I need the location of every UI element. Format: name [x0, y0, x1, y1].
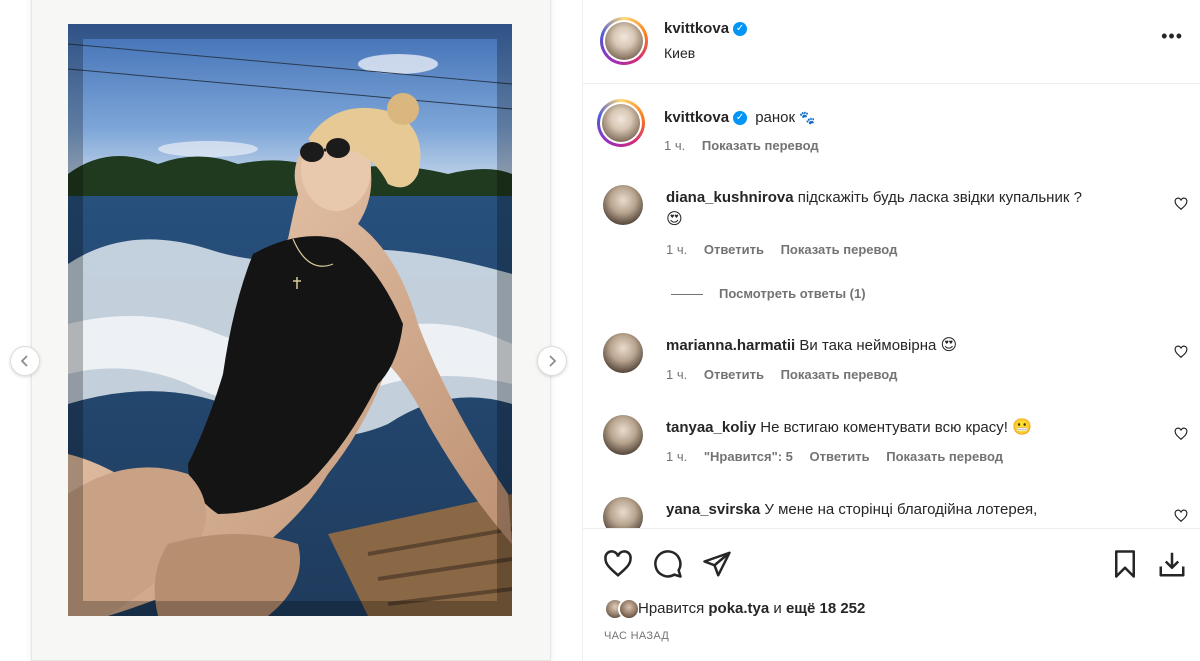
comment-item: tanyaa_koliy Не встигаю коментувати всю … — [603, 415, 1188, 475]
comment-text-row: yana_svirska У мене на сторінці благодій… — [666, 499, 1146, 521]
previous-photo-button[interactable] — [10, 346, 40, 376]
likes-text: Нравится poka.tya и ещё 18 252 — [638, 600, 865, 617]
translate-link[interactable]: Показать перевод — [781, 367, 898, 382]
post-header: kvittkova ✓ Киев ••• — [583, 0, 1200, 84]
caption-time: 1 ч. — [664, 138, 686, 153]
next-photo-button[interactable] — [537, 346, 567, 376]
caption-author-avatar[interactable] — [597, 99, 645, 147]
caption-translate-link[interactable]: Показать перевод — [702, 138, 819, 153]
author-username[interactable]: kvittkova — [664, 20, 729, 37]
caption-meta: 1 ч. Показать перевод — [664, 138, 819, 153]
comment-meta: 1 ч. Ответить Показать перевод — [666, 242, 910, 257]
share-icon[interactable] — [702, 549, 732, 579]
verified-badge-icon: ✓ — [733, 111, 748, 126]
reply-button[interactable]: Ответить — [704, 367, 764, 382]
comment-text: Ви така неймовірна — [799, 337, 937, 354]
chevron-left-icon — [20, 355, 28, 367]
author-name-row: kvittkova ✓ — [664, 20, 748, 38]
commenter-avatar[interactable] — [603, 415, 643, 455]
caption-author-username[interactable]: kvittkova — [664, 109, 729, 126]
likes-others-count[interactable]: ещё 18 252 — [786, 600, 865, 617]
photo-illustration — [68, 24, 512, 616]
comments-list: kvittkova ✓ ранок 🐾 1 ч. Показать перевод… — [583, 85, 1200, 528]
heart-eyes-emoji: 😍 — [940, 337, 958, 354]
comment-time: 1 ч. — [666, 242, 688, 257]
reply-button[interactable]: Ответить — [704, 242, 764, 257]
translate-link[interactable]: Показать перевод — [886, 449, 1003, 464]
liker-avatar[interactable] — [618, 598, 640, 620]
comment-text: підскажіть будь ласка звідки купальник ? — [797, 189, 1082, 206]
comment-like-heart-icon[interactable] — [1174, 345, 1188, 359]
comment-item: marianna.harmatii Ви така неймовірна 😍 1… — [603, 333, 1188, 393]
like-heart-icon[interactable] — [603, 549, 633, 579]
grimace-emoji: 😬 — [1012, 419, 1033, 436]
comment-text-row: diana_kushnirova підскажіть будь ласка з… — [666, 187, 1146, 231]
view-replies-button[interactable]: Посмотреть ответы (1) — [671, 286, 866, 301]
commenter-username[interactable]: tanyaa_koliy — [666, 419, 756, 436]
chevron-right-icon — [549, 355, 557, 367]
verified-badge-icon: ✓ — [733, 21, 748, 36]
replies-divider — [671, 294, 703, 296]
comment-like-heart-icon[interactable] — [1174, 427, 1188, 441]
post-actions-bar — [583, 528, 1200, 661]
commenter-username[interactable]: diana_kushnirova — [666, 189, 794, 206]
post-location[interactable]: Киев — [664, 45, 695, 61]
paw-emoji: 🐾 — [799, 110, 816, 125]
caption-text: ранок — [755, 109, 796, 126]
translate-link[interactable]: Показать перевод — [781, 242, 898, 257]
more-icon: ••• — [1161, 26, 1183, 46]
post-side-panel: kvittkova ✓ Киев ••• kvittkova ✓ ранок 🐾 1… — [582, 0, 1200, 661]
view-replies-label: Посмотреть ответы (1) — [719, 286, 866, 301]
commenter-avatar[interactable] — [603, 497, 643, 528]
likes-joiner: и — [773, 600, 782, 617]
comment-item: diana_kushnirova підскажіть будь ласка з… — [603, 185, 1188, 295]
comment-meta: 1 ч. "Нравится": 5 Ответить Показать пер… — [666, 449, 1016, 464]
comment-time: 1 ч. — [666, 367, 688, 382]
post-timestamp[interactable]: ЧАС НАЗАД — [604, 630, 669, 642]
comment-text-row: tanyaa_koliy Не встигаю коментувати всю … — [666, 417, 1146, 439]
polaroid-frame — [31, 0, 551, 661]
comment-icon[interactable] — [653, 549, 683, 579]
commenter-username[interactable]: yana_svirska — [666, 501, 760, 518]
comment-text: Не встигаю коментувати всю красу! — [760, 419, 1008, 436]
likes-summary: Нравится poka.tya и ещё 18 252 — [604, 598, 865, 620]
comment-item: yana_svirska У мене на сторінці благодій… — [603, 497, 1188, 528]
reply-button[interactable]: Ответить — [810, 449, 870, 464]
likes-prefix: Нравится — [638, 600, 705, 617]
commenter-avatar[interactable] — [603, 185, 643, 225]
more-options-button[interactable]: ••• — [1161, 26, 1183, 47]
heart-eyes-emoji: 😍 — [666, 211, 683, 228]
liker-username[interactable]: poka.tya — [708, 600, 769, 617]
commenter-avatar[interactable] — [603, 333, 643, 373]
author-avatar[interactable] — [600, 17, 648, 65]
comment-text-row: marianna.harmatii Ви така неймовірна 😍 — [666, 335, 1146, 357]
comment-like-heart-icon[interactable] — [1174, 197, 1188, 211]
bookmark-icon[interactable] — [1110, 549, 1140, 579]
commenter-username[interactable]: marianna.harmatii — [666, 337, 795, 354]
comment-text: У мене на сторінці благодійна лотерея, — [764, 501, 1038, 518]
comment-likes-count[interactable]: "Нравится": 5 — [704, 449, 793, 464]
download-icon[interactable] — [1157, 549, 1187, 579]
comment-meta: 1 ч. Ответить Показать перевод — [666, 367, 910, 382]
comment-time: 1 ч. — [666, 449, 688, 464]
post-media-area — [0, 0, 582, 661]
post-photo[interactable] — [68, 24, 512, 616]
comment-like-heart-icon[interactable] — [1174, 509, 1188, 523]
caption-text-row: kvittkova ✓ ранок 🐾 — [664, 107, 815, 129]
